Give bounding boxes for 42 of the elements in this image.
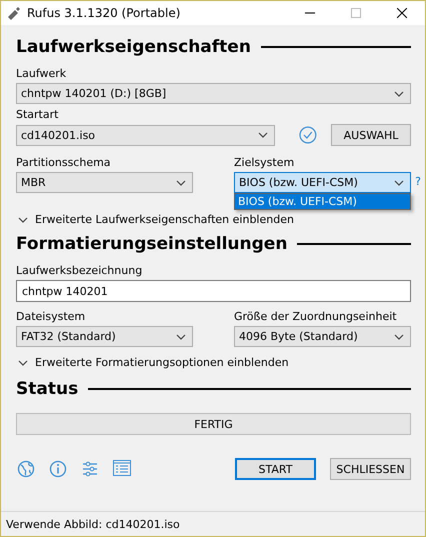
usb-drive-icon <box>7 6 21 20</box>
field-label: Zielsystem <box>234 156 296 169</box>
section-heading: Formatierungseinstellungen <box>16 234 288 254</box>
close-icon[interactable] <box>397 8 407 18</box>
cluster-size-dropdown[interactable]: 4096 Byte (Standard) <box>234 326 411 347</box>
dropdown-option[interactable]: BIOS (bzw. UEFI-CSM) <box>235 194 410 209</box>
field-label: Partitionsschema <box>16 156 112 169</box>
section-heading: Status <box>16 379 78 399</box>
advanced-drive-toggle[interactable]: Erweiterte Laufwerkseigenschaften einblenden <box>35 213 294 226</box>
volume-label-field[interactable]: chntpw 140201 <box>16 280 411 302</box>
expand-icon <box>18 360 28 366</box>
chevron-down-icon <box>394 180 404 186</box>
window-title: Rufus 3.1.1320 (Portable) <box>27 6 182 20</box>
boot-selection-dropdown[interactable]: cd140201.iso <box>16 124 276 146</box>
file-system-dropdown[interactable]: FAT32 (Standard) <box>16 326 193 347</box>
field-label: Startart <box>16 108 60 121</box>
start-button[interactable]: START <box>235 458 316 480</box>
field-label: Größe der Zuordnungseinheit <box>234 310 398 323</box>
select-button[interactable]: AUSWAHL <box>331 124 411 146</box>
chevron-down-icon <box>258 132 268 138</box>
chevron-down-icon <box>394 334 404 340</box>
field-label: Laufwerk <box>16 67 68 80</box>
settings-icon[interactable] <box>81 460 99 478</box>
chevron-down-icon <box>176 180 186 186</box>
chevron-down-icon <box>176 334 186 340</box>
device-dropdown[interactable]: chntpw 140201 (D:) [8GB] <box>16 83 411 104</box>
field-label: Dateisystem <box>16 310 86 323</box>
help-link[interactable]: ? <box>415 175 421 188</box>
maximize-icon[interactable] <box>351 8 361 18</box>
status-text: Verwende Abbild: cd140201.iso <box>6 518 180 530</box>
info-icon[interactable] <box>49 460 67 478</box>
advanced-format-toggle[interactable]: Erweiterte Formatierungsoptionen einblenden <box>35 356 289 369</box>
log-icon[interactable] <box>113 460 131 476</box>
check-icon[interactable] <box>299 126 318 144</box>
expand-icon <box>18 216 28 222</box>
close-button[interactable]: SCHLIESSEN <box>330 458 411 480</box>
target-system-dropdown[interactable]: BIOS (bzw. UEFI-CSM) <box>234 172 411 193</box>
partition-scheme-dropdown[interactable]: MBR <box>16 172 193 193</box>
chevron-down-icon <box>394 90 404 96</box>
section-heading: Laufwerkseigenschaften <box>16 37 251 57</box>
globe-icon[interactable] <box>17 460 35 478</box>
field-label: Laufwerksbezeichnung <box>16 264 144 277</box>
